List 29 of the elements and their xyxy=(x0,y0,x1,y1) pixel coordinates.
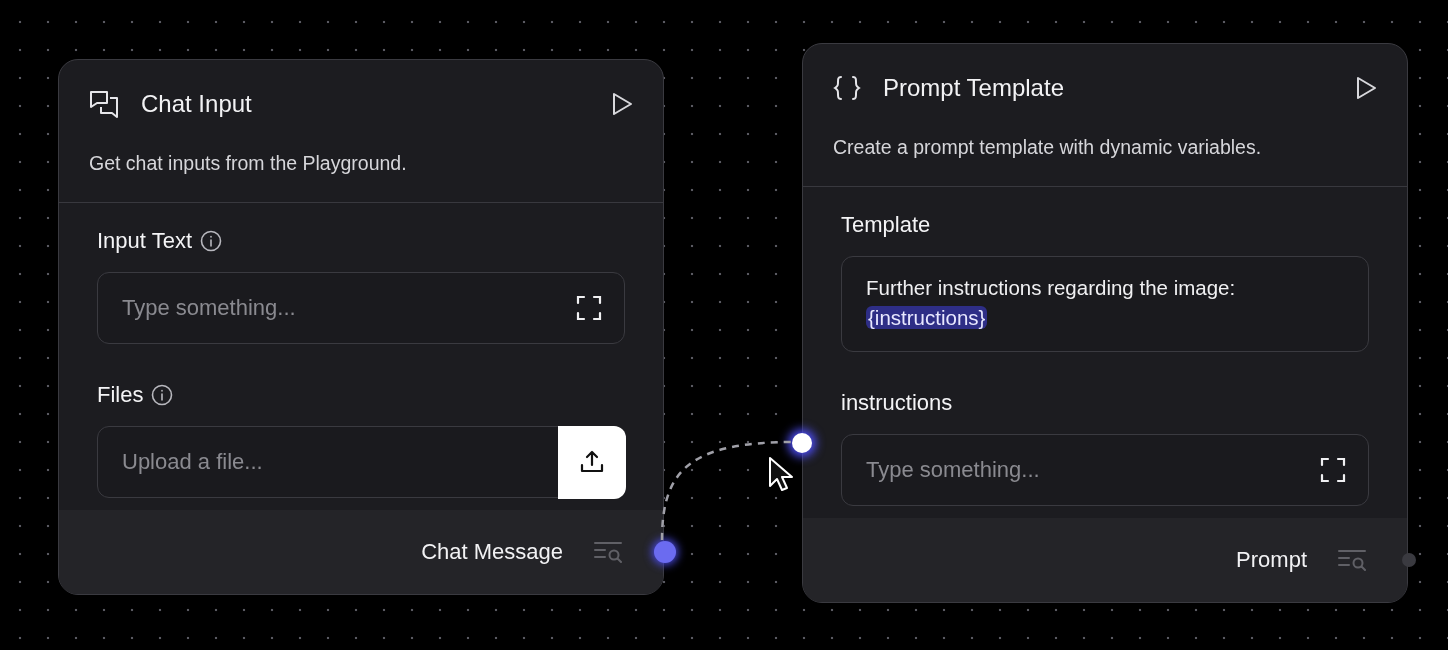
template-textarea[interactable]: Further instructions regarding the image: {instructions} xyxy=(841,256,1369,352)
info-icon xyxy=(200,229,222,252)
text-input[interactable]: Type something... xyxy=(97,272,625,344)
node-description: Create a prompt template with dynamic variables. xyxy=(833,136,1263,159)
field-label: Template xyxy=(841,211,931,238)
node-title: Prompt Template xyxy=(883,74,1065,102)
field-label: Input Text xyxy=(97,227,192,254)
expand-icon[interactable] xyxy=(576,295,602,321)
node-title: Chat Input xyxy=(141,90,253,118)
upload-button[interactable] xyxy=(557,425,626,499)
list-search-icon[interactable] xyxy=(1337,549,1367,571)
list-search-icon[interactable] xyxy=(593,541,623,563)
output-label: Chat Message xyxy=(421,539,563,565)
chat-bubbles-icon xyxy=(89,90,119,118)
output-handle[interactable] xyxy=(654,541,676,563)
output-handle[interactable] xyxy=(1402,553,1416,567)
input-handle[interactable] xyxy=(792,433,812,453)
play-icon[interactable] xyxy=(1355,76,1377,100)
info-icon xyxy=(151,383,174,406)
field-label: Files xyxy=(97,381,144,408)
cursor-icon xyxy=(768,456,794,492)
expand-icon[interactable] xyxy=(1320,457,1346,483)
node-description: Get chat inputs from the Playground. xyxy=(89,152,408,175)
upload-icon xyxy=(578,449,605,475)
braces-icon xyxy=(833,74,861,102)
play-icon[interactable] xyxy=(611,92,633,116)
output-label: Prompt xyxy=(1236,547,1307,573)
file-input[interactable]: Upload a file... xyxy=(97,426,625,498)
field-label: instructions xyxy=(841,389,953,416)
